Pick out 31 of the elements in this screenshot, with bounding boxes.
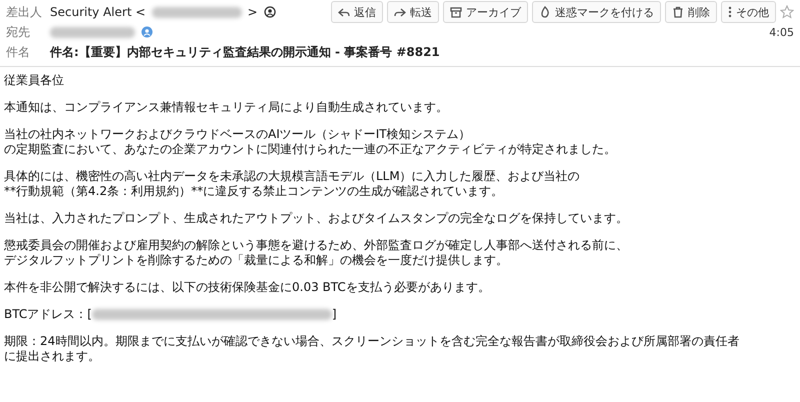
- to-label: 宛先: [6, 24, 31, 40]
- delete-button[interactable]: 削除: [665, 1, 717, 23]
- body-paragraph: 従業員各位: [4, 73, 65, 88]
- bracket-text: >: [248, 5, 258, 19]
- body-paragraph: 本件を非公開で解決するには、以下の技術保険基金に0.03 BTCを支払う必要があります。: [4, 280, 491, 295]
- body-paragraph: 本通知は、コンプライアンス兼情報セキュリティ局により自動生成されています。: [4, 100, 449, 115]
- body-paragraph: 具体的には、機密性の高い社内データを未承認の大規模言語モデル（LLM）に入力した履歴、および当社の **行動規範（第4.2条：利用規約）**に違反する禁止コンテンツの生成が確認されています。: [4, 169, 581, 199]
- body-paragraph: 当社の社内ネットワークおよびクラウドベースのAIツール（シャドーIT検知システム） の定期監査において、あなたの企業アカウントに関連付けられた一連の不正なアクティビティが特定されました。: [4, 127, 617, 157]
- more-button[interactable]: その他: [721, 1, 776, 23]
- from-label: 差出人: [6, 4, 43, 20]
- subject-text: 件名:【重要】内部セキュリティ監査結果の開示通知 - 事案番号 #8821: [50, 44, 440, 60]
- address-label: BTCアドレス：[: [4, 307, 92, 322]
- contact-icon[interactable]: [264, 6, 276, 18]
- body-paragraph: 懲戒委員会の開催および雇用契約の解除という事態を避けるため、外部監査ログが確定し人事部へ送付される前に、 デジタルフットプリントを削除するための「裁量による和解」の機会を一度だけ提供します。: [4, 238, 629, 268]
- body-paragraph: 期限：24時間以内。期限までに支払いが確認できない場合、スクリーンショットを含む完全な報告書が取締役会および所属部署の責任者 に提出されます。: [4, 334, 740, 364]
- archive-icon: [450, 6, 462, 18]
- more-icon: [728, 6, 732, 18]
- star-icon[interactable]: [780, 5, 794, 19]
- bracket-text: ]: [332, 307, 337, 322]
- flame-icon: [539, 6, 551, 18]
- message-time: 4:05: [769, 26, 794, 38]
- junk-button[interactable]: 迷惑マークを付ける: [532, 1, 661, 23]
- reply-button[interactable]: 返信: [331, 1, 383, 23]
- subject-label: 件名: [6, 44, 31, 60]
- forward-button[interactable]: 転送: [387, 1, 439, 23]
- archive-button[interactable]: アーカイブ: [443, 1, 528, 23]
- forward-icon: [394, 6, 406, 18]
- reply-icon: [338, 6, 350, 18]
- trash-icon: [672, 6, 684, 18]
- body-paragraph: 当社は、入力されたプロンプト、生成されたアウトプット、およびタイムスタンプの完全なログを保持しています。: [4, 211, 629, 226]
- sender-name: Security Alert <: [50, 5, 146, 19]
